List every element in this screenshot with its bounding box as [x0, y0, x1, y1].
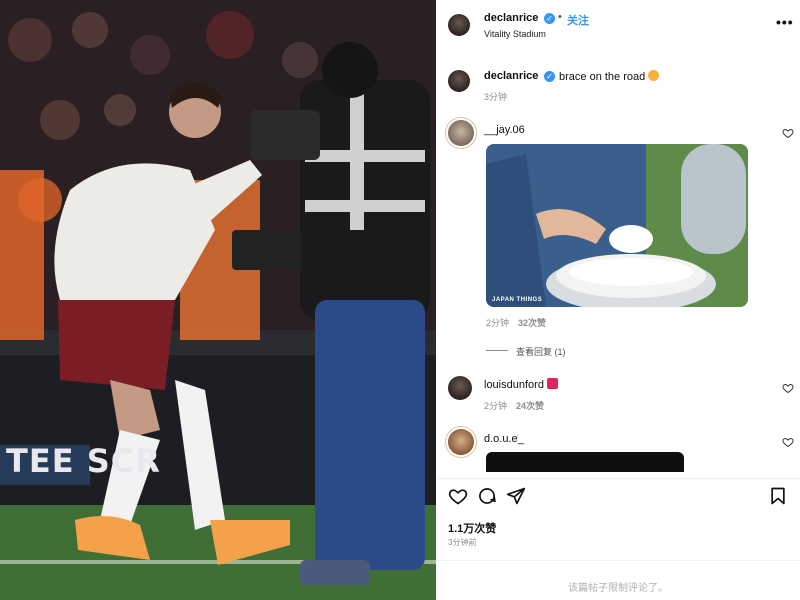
comment-image-rice[interactable]: JAPAN THINGS	[486, 144, 748, 307]
comment-icon[interactable]	[477, 486, 497, 506]
post-action-bar	[436, 478, 800, 512]
comment-like-heart-icon[interactable]	[782, 127, 794, 139]
comment-username[interactable]: __jay.06	[484, 124, 525, 136]
likes-count[interactable]: 1.1万次赞	[448, 520, 496, 536]
author-avatar[interactable]	[448, 14, 470, 36]
verified-badge-icon: ✓	[544, 13, 555, 24]
image-watermark: JAPAN THINGS	[492, 297, 543, 303]
rice-cooker-illustration	[486, 144, 748, 307]
comment-username[interactable]: d.o.u.e_	[484, 433, 524, 445]
heart-emoji-icon	[546, 378, 558, 389]
comment-time: 2分钟	[484, 401, 508, 411]
comment-username[interactable]: louisdunford	[484, 378, 558, 391]
comment-like-heart-icon[interactable]	[782, 382, 794, 394]
follow-button[interactable]: 关注	[567, 12, 589, 28]
emoji-icon	[648, 70, 660, 81]
author-username[interactable]: declanrice	[484, 12, 538, 24]
posted-time: 3分钟前	[448, 538, 477, 547]
comment-like-heart-icon[interactable]	[782, 436, 794, 448]
verified-badge-icon: ✓	[544, 71, 555, 82]
view-replies-button[interactable]: 查看回复 (1)	[516, 345, 566, 358]
comments-disabled-notice: 该篇帖子限制评论了。	[568, 583, 668, 594]
caption-author-username[interactable]: declanrice	[484, 70, 538, 82]
post-location[interactable]: Vitality Stadium	[484, 29, 546, 39]
comment-likes[interactable]: 24次赞	[516, 399, 544, 412]
football-celebration-photo	[0, 0, 436, 600]
comment-likes[interactable]: 32次赞	[518, 316, 546, 329]
post-header: declanrice ✓ • 关注 Vitality Stadium •••	[436, 0, 800, 48]
comment-time: 2分钟	[486, 318, 510, 328]
comment-avatar[interactable]	[448, 120, 474, 146]
view-replies-line	[486, 350, 508, 351]
separator-dot: •	[558, 11, 562, 23]
post-panel: declanrice ✓ • 关注 Vitality Stadium ••• d…	[436, 0, 800, 600]
advertising-board-text: TEE SCR	[6, 442, 161, 480]
more-options-icon[interactable]: •••	[776, 14, 794, 30]
share-icon[interactable]	[506, 486, 526, 506]
post-photo: TEE SCR	[0, 0, 436, 600]
bookmark-icon[interactable]	[768, 486, 788, 506]
comment-avatar[interactable]	[448, 376, 472, 400]
caption-author-avatar[interactable]	[448, 70, 470, 92]
comment-image-partial[interactable]	[486, 452, 684, 472]
heart-icon[interactable]	[448, 486, 468, 506]
comments-footer: 该篇帖子限制评论了。	[436, 560, 800, 600]
caption-time: 3分钟	[484, 92, 508, 102]
caption-text: brace on the road	[559, 70, 660, 83]
comment-avatar[interactable]	[448, 429, 474, 455]
